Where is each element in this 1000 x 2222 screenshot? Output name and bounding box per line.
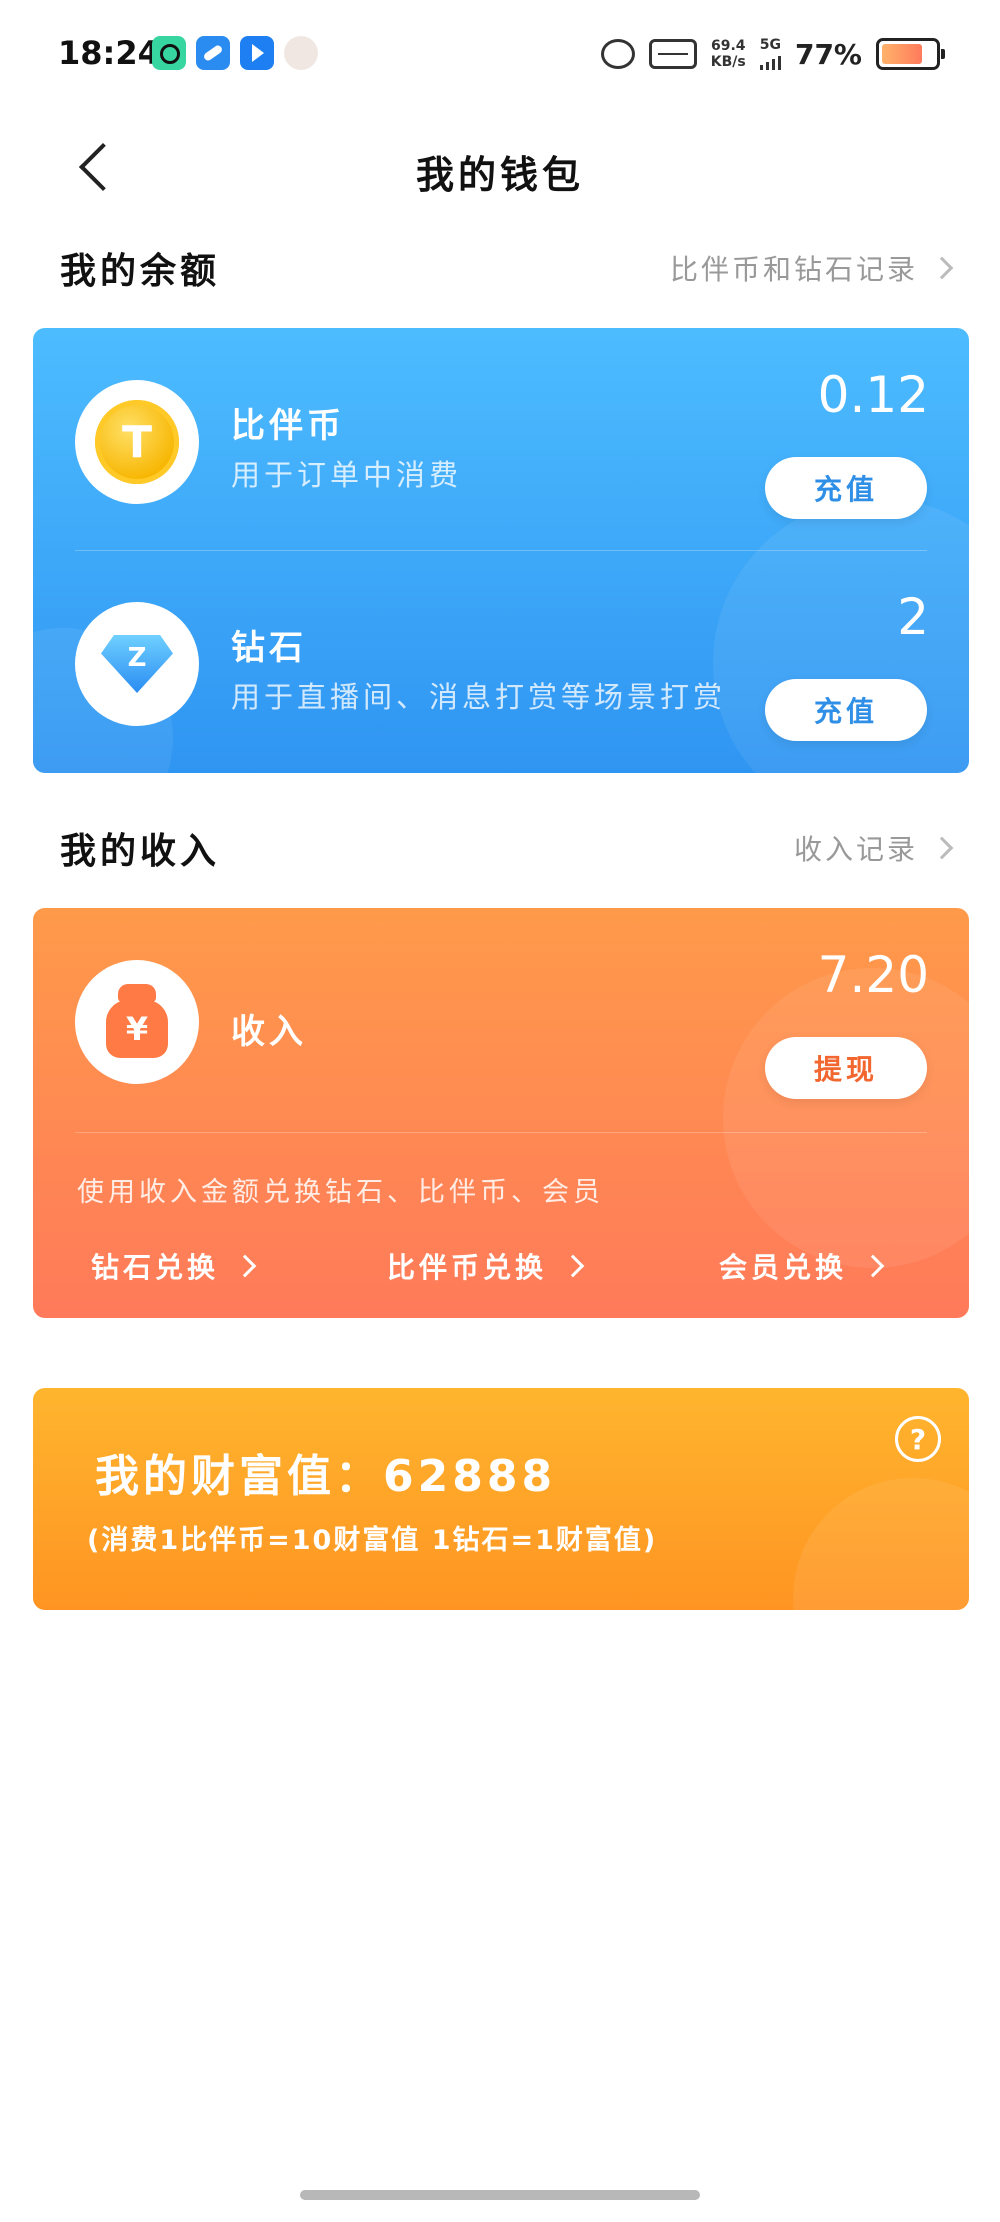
wealth-card: 我的财富值：62888 (消费1比伴币=10财富值 1钻石=1财富值) ?: [33, 1388, 969, 1610]
app-blue-icon: [196, 36, 230, 70]
money-bag-icon: ¥: [102, 984, 172, 1060]
battery-fill: [882, 44, 923, 64]
coin-desc: 用于订单中消费: [231, 458, 463, 492]
withdraw-button[interactable]: 提现: [765, 1037, 927, 1099]
balance-records-link[interactable]: 比伴币和钻石记录: [669, 248, 954, 288]
diamond-icon-circle: Z: [75, 602, 199, 726]
avatar-icon: [284, 36, 318, 70]
member-exchange-label: 会员兑换: [719, 1251, 848, 1284]
income-records-label: 收入记录: [793, 833, 918, 866]
coin-balance: 0.12: [817, 366, 929, 424]
signal-icon: 5G: [759, 37, 781, 70]
income-section-title: 我的收入: [60, 831, 221, 872]
battery-icon: [876, 38, 945, 70]
diamond-recharge-button[interactable]: 充值: [765, 679, 927, 741]
diamond-icon: Z: [95, 629, 179, 699]
battery-percent: 77%: [794, 37, 862, 71]
pulse-icon: [648, 39, 697, 69]
income-records-link[interactable]: 收入记录: [793, 828, 954, 868]
coin-row: T 比伴币 用于订单中消费 0.12 充值: [33, 328, 969, 548]
status-right-group: 69.4 KB/s 5G 77%: [600, 30, 945, 78]
wealth-value: 我的财富值：62888: [95, 1451, 557, 1502]
diamond-row: Z 钻石 用于直播间、消息打赏等场景打赏 2 充值: [33, 550, 969, 770]
yuan-symbol: ¥: [106, 1000, 168, 1058]
diamond-icon-letter: Z: [127, 643, 147, 673]
income-row: ¥ 收入 7.20 提现: [33, 908, 969, 1128]
balance-section-header: 我的余额 比伴币和钻石记录: [0, 236, 1000, 296]
coin-icon-circle: T: [75, 380, 199, 504]
income-name: 收入: [231, 1012, 307, 1052]
diamond-balance: 2: [897, 588, 929, 646]
page-title: 我的钱包: [415, 153, 584, 197]
money-bag-icon-circle: ¥: [75, 960, 199, 1084]
income-section-header: 我的收入 收入记录: [0, 816, 1000, 876]
coin-name: 比伴币: [231, 406, 345, 446]
income-card: ¥ 收入 7.20 提现 使用收入金额兑换钻石、比伴币、会员 钻石兑换 比伴币兑…: [33, 908, 969, 1318]
coin-exchange-label: 比伴币兑换: [387, 1251, 548, 1284]
balance-records-label: 比伴币和钻石记录: [669, 253, 918, 286]
status-time: 18:24: [58, 34, 160, 72]
wealth-rule-note: (消费1比伴币=10财富值 1钻石=1财富值): [87, 1525, 658, 1556]
diamond-name: 钻石: [231, 628, 307, 668]
chevron-right-icon: [561, 1254, 585, 1278]
coin-icon: T: [95, 400, 179, 484]
net-speed: 69.4 KB/s: [711, 38, 746, 70]
app-green-icon: [152, 36, 186, 70]
watermark-decoration: [793, 1478, 969, 1610]
signal-label: 5G: [759, 37, 781, 53]
home-indicator[interactable]: [300, 2190, 700, 2200]
nav-bar: 我的钱包: [0, 120, 1000, 220]
diamond-desc: 用于直播间、消息打赏等场景打赏: [231, 680, 727, 714]
net-speed-unit: KB/s: [710, 54, 746, 70]
coin-exchange-link[interactable]: 比伴币兑换: [387, 1246, 585, 1286]
income-exchange-note: 使用收入金额兑换钻石、比伴币、会员: [77, 1177, 604, 1208]
balance-section-title: 我的余额: [60, 251, 221, 292]
chevron-right-icon: [930, 836, 954, 860]
divider: [75, 1132, 927, 1133]
chevron-right-icon: [233, 1254, 257, 1278]
diamond-exchange-label: 钻石兑换: [91, 1251, 220, 1284]
income-balance: 7.20: [817, 946, 929, 1004]
status-bar: 18:24 69.4 KB/s 5G 77%: [0, 0, 1000, 110]
alarm-icon: [600, 39, 635, 69]
net-speed-value: 69.4: [710, 38, 746, 54]
chevron-right-icon: [930, 256, 954, 280]
member-exchange-link[interactable]: 会员兑换: [719, 1246, 885, 1286]
diamond-exchange-link[interactable]: 钻石兑换: [91, 1246, 257, 1286]
app-play-icon: [240, 36, 274, 70]
help-icon[interactable]: ?: [895, 1416, 941, 1462]
coin-recharge-button[interactable]: 充值: [765, 457, 927, 519]
balance-card: T 比伴币 用于订单中消费 0.12 充值 Z 钻石 用于直播间、消息打赏等场景…: [33, 328, 969, 773]
chevron-right-icon: [861, 1254, 885, 1278]
